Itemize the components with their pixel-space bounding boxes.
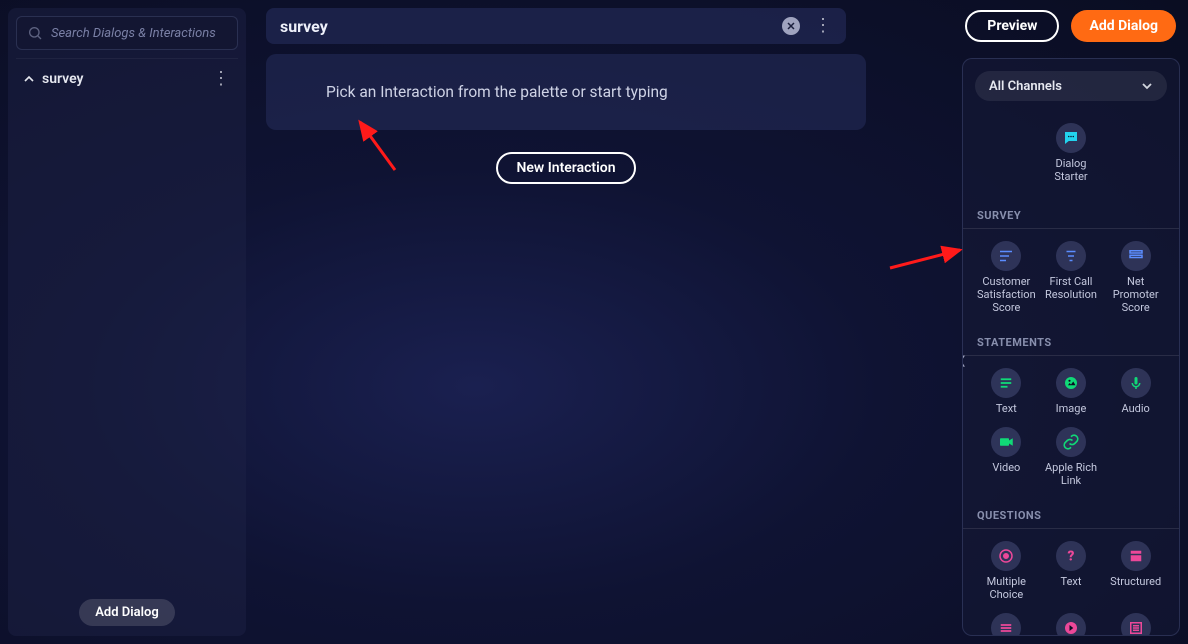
audio-icon [1121,368,1151,398]
sidebar-item-label: survey [42,71,204,87]
palette-item-label: First Call Resolution [1040,275,1103,301]
palette-item-structured[interactable]: Structured [1104,537,1167,605]
kebab-icon[interactable]: ⋮ [212,70,230,88]
sidebar-item-survey[interactable]: survey ⋮ [16,58,238,98]
section-title: SURVEY [977,209,1165,222]
interaction-placeholder-text: Pick an Interaction from the palette or … [326,83,668,101]
dialog-title-pill: survey ✕ ⋮ [266,8,846,44]
kebab-icon[interactable]: ⋮ [814,17,832,35]
palette-item-csat[interactable]: Customer Satisfaction Score [975,237,1038,318]
close-icon[interactable]: ✕ [782,17,800,35]
palette-item-label: Apple Rich Link [1040,461,1103,487]
nps-icon [1121,241,1151,271]
palette-item-label: Structured [1110,575,1161,588]
palette-section-questions: QUESTIONS Multiple Choice ? Text Structu… [963,497,1179,635]
quick-reply-icon [1056,613,1086,635]
interaction-palette: ❮ All Channels Dialog Starter SURVEY Cus… [962,58,1180,636]
svg-text:?: ? [1068,549,1075,565]
canvas-area: Pick an Interaction from the palette or … [266,54,866,184]
palette-item-label: Video [992,461,1020,474]
section-title: QUESTIONS [977,509,1165,522]
palette-item-multiple-choice[interactable]: Multiple Choice [975,537,1038,605]
fcr-icon [1056,241,1086,271]
dialog-starter-icon [1056,123,1086,153]
radio-icon [991,541,1021,571]
palette-item-button[interactable]: Button [975,609,1038,635]
link-icon [1056,427,1086,457]
list-picker-icon [1121,613,1151,635]
palette-item-dialog-starter[interactable]: Dialog Starter [963,119,1179,187]
palette-item-audio[interactable]: Audio [1104,364,1167,419]
palette-item-label: Text [996,402,1017,415]
palette-item-label: Image [1056,402,1087,415]
section-title: STATEMENTS [977,336,1165,349]
header-bar: survey ✕ ⋮ Preview Add Dialog [266,8,1176,44]
search-dialogs-wrap[interactable] [16,16,238,50]
button-icon [991,613,1021,635]
palette-item-fcr[interactable]: First Call Resolution [1040,237,1103,318]
left-sidebar: survey ⋮ Add Dialog [8,8,246,636]
chevron-up-icon [24,74,34,84]
palette-item-label: Text [1061,575,1082,588]
palette-item-text[interactable]: Text [975,364,1038,419]
search-input[interactable] [51,26,227,41]
palette-item-quick-reply[interactable]: Quick Reply [1040,609,1103,635]
structured-icon [1121,541,1151,571]
channel-selector[interactable]: All Channels [975,71,1167,101]
new-interaction-button[interactable]: New Interaction [496,152,635,184]
palette-item-label: Audio [1121,402,1149,415]
palette-item-label: Dialog Starter [1039,157,1103,183]
palette-item-q-text[interactable]: ? Text [1040,537,1103,605]
palette-item-list-picker[interactable]: List Picker [1104,609,1167,635]
add-dialog-button-header[interactable]: Add Dialog [1071,10,1176,42]
annotation-arrow [882,238,972,278]
palette-section-statements: STATEMENTS Text Image Audio Video Apple … [963,324,1179,497]
question-icon: ? [1056,541,1086,571]
preview-button[interactable]: Preview [965,10,1059,42]
text-icon [991,368,1021,398]
palette-item-apple-rich-link[interactable]: Apple Rich Link [1040,423,1103,491]
add-dialog-button-sidebar[interactable]: Add Dialog [79,599,175,626]
palette-item-image[interactable]: Image [1040,364,1103,419]
collapse-handle-icon[interactable]: ❮ [962,349,970,371]
dialog-title: survey [280,17,772,36]
interaction-placeholder[interactable]: Pick an Interaction from the palette or … [266,54,866,130]
palette-item-label: Net Promoter Score [1104,275,1167,314]
chevron-down-icon [1141,80,1153,92]
csat-icon [991,241,1021,271]
video-icon [991,427,1021,457]
palette-section-survey: SURVEY Customer Satisfaction Score First… [963,197,1179,324]
image-icon [1056,368,1086,398]
palette-item-nps[interactable]: Net Promoter Score [1104,237,1167,318]
palette-item-label: Multiple Choice [975,575,1038,601]
palette-item-label: Customer Satisfaction Score [975,275,1038,314]
palette-item-video[interactable]: Video [975,423,1038,491]
channel-selected-label: All Channels [989,79,1062,94]
search-icon [27,25,43,41]
